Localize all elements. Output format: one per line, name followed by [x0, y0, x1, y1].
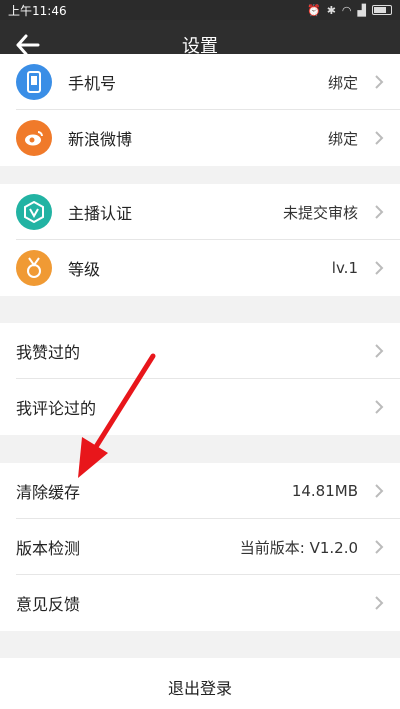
- chevron-right-icon: [375, 75, 384, 89]
- row-label: 我赞过的: [16, 343, 81, 362]
- verified-v-icon: [16, 194, 52, 230]
- chevron-right-icon: [375, 596, 384, 610]
- settings-row-commented[interactable]: 我评论过的: [0, 379, 400, 435]
- row-value: 绑定: [327, 129, 358, 148]
- row-value: 未提交审核: [282, 203, 358, 222]
- settings-row-version-check[interactable]: 版本检测 当前版本: V1.2.0: [0, 519, 400, 575]
- row-label: 等级: [68, 260, 101, 279]
- chevron-right-icon: [375, 400, 384, 414]
- settings-row-weibo[interactable]: 新浪微博 绑定: [0, 110, 400, 166]
- row-label: 主播认证: [68, 204, 133, 223]
- activity-section: 我赞过的 我评论过的: [0, 323, 400, 435]
- bluetooth-icon: ✱: [326, 3, 336, 17]
- row-label: 新浪微博: [68, 130, 133, 149]
- logout-button[interactable]: 退出登录: [0, 658, 400, 709]
- chevron-right-icon: [375, 205, 384, 219]
- row-label: 手机号: [68, 74, 117, 93]
- row-value: lv.1: [331, 259, 358, 277]
- status-bar: 上午11:46 ⏰ ✱ ◠ ▟: [0, 0, 400, 20]
- status-time: 上午11:46: [8, 3, 67, 18]
- settings-row-feedback[interactable]: 意见反馈: [0, 575, 400, 631]
- cache-size-value: 14.81MB: [291, 482, 358, 500]
- row-label: 我评论过的: [16, 399, 97, 418]
- settings-row-liked[interactable]: 我赞过的: [0, 323, 400, 379]
- battery-icon: [372, 5, 392, 15]
- alarm-icon: ⏰: [307, 3, 321, 17]
- arrow-left-icon: [16, 34, 40, 56]
- row-value: 绑定: [327, 73, 358, 92]
- weibo-icon: [16, 120, 52, 156]
- row-label: 清除缓存: [16, 483, 81, 502]
- chevron-right-icon: [375, 540, 384, 554]
- system-section: 清除缓存 14.81MB 版本检测 当前版本: V1.2.0 意见反馈: [0, 463, 400, 631]
- settings-row-anchor-verification[interactable]: 主播认证 未提交审核: [0, 184, 400, 240]
- settings-row-phone[interactable]: 手机号 绑定: [0, 54, 400, 110]
- version-value: 当前版本: V1.2.0: [239, 538, 358, 557]
- medal-icon: [16, 250, 52, 286]
- accounts-section: 手机号 绑定 新浪微博 绑定: [0, 54, 400, 166]
- status-icons: ⏰ ✱ ◠ ▟: [307, 4, 392, 17]
- settings-row-level[interactable]: 等级 lv.1: [0, 240, 400, 296]
- wifi-icon: ◠: [341, 3, 352, 17]
- row-label: 意见反馈: [16, 595, 81, 614]
- chevron-right-icon: [375, 344, 384, 358]
- settings-row-clear-cache[interactable]: 清除缓存 14.81MB: [0, 463, 400, 519]
- signal-icon: ▟: [357, 3, 366, 17]
- chevron-right-icon: [375, 261, 384, 275]
- row-label: 版本检测: [16, 539, 81, 558]
- chevron-right-icon: [375, 131, 384, 145]
- profile-section: 主播认证 未提交审核 等级 lv.1: [0, 184, 400, 296]
- phone-icon: [16, 64, 52, 100]
- chevron-right-icon: [375, 484, 384, 498]
